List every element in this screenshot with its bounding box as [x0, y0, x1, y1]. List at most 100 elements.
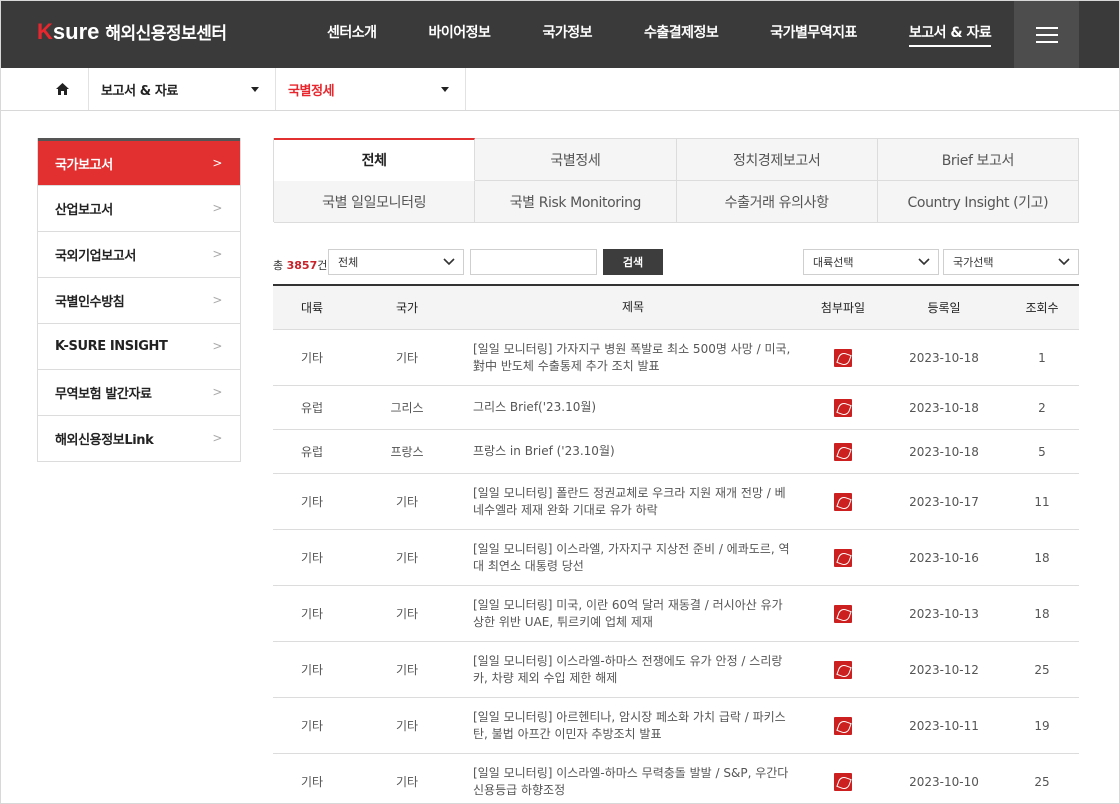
- sidebar-item-label: 해외신용정보Link: [55, 433, 154, 448]
- sidebar-item-underwriting-policy[interactable]: 국별인수방침 >: [38, 277, 240, 323]
- top-header: K sure 해외신용정보센터 센터소개 바이어정보 국가정보 수출결제정보 국…: [1, 1, 1119, 68]
- country-select-value: 국가선택: [953, 256, 994, 269]
- cell-views: 18: [1034, 550, 1050, 565]
- chevron-right-icon: >: [212, 156, 222, 170]
- cell-title-link[interactable]: [일일 모니터링] 이스라엘, 가자지구 지상전 준비 / 에콰도르, 역대 최…: [463, 541, 803, 575]
- pdf-icon[interactable]: [834, 548, 852, 567]
- pdf-icon[interactable]: [834, 604, 852, 623]
- cell-country: 기타: [395, 775, 419, 789]
- breadcrumb-level2-select[interactable]: 국별정세: [276, 68, 466, 110]
- cell-region: 기타: [300, 775, 324, 789]
- search-button[interactable]: 검색: [603, 249, 663, 275]
- pdf-icon[interactable]: [834, 398, 852, 417]
- cell-date: 2023-10-16: [909, 550, 979, 565]
- table-row[interactable]: 기타 기타 [일일 모니터링] 이스라엘, 가자지구 지상전 준비 / 에콰도르, …: [273, 530, 1079, 586]
- nav-item-center-intro[interactable]: 센터소개: [301, 1, 403, 68]
- tab-brief[interactable]: Brief 보고서: [877, 139, 1079, 181]
- cell-views: 2: [1038, 400, 1046, 415]
- breadcrumb-level1-label: 보고서 & 자료: [101, 83, 178, 99]
- caret-down-icon: [251, 87, 259, 92]
- search-input[interactable]: [470, 249, 597, 275]
- cell-region: 기타: [300, 495, 324, 509]
- breadcrumb-level2-label: 국별정세: [288, 83, 335, 99]
- cell-title-link[interactable]: [일일 모니터링] 가자지구 병원 폭발로 최소 500명 사망 / 미국, 對…: [463, 341, 803, 375]
- sidebar-item-label: 무역보험 발간자료: [55, 387, 152, 402]
- tab-daily-monitoring[interactable]: 국별 일일모니터링: [274, 181, 476, 223]
- table-row[interactable]: 기타 기타 [일일 모니터링] 미국, 이란 60억 달러 재동결 / 러시아산 유…: [273, 586, 1079, 642]
- chevron-right-icon: >: [212, 201, 222, 215]
- cell-date: 2023-10-18: [909, 444, 979, 459]
- table-row[interactable]: 기타 기타 [일일 모니터링] 이스라엘-하마스 전쟁에도 유가 안정 / 스리랑카…: [273, 642, 1079, 698]
- chevron-down-icon: [918, 258, 930, 266]
- table-row[interactable]: 기타 기타 [일일 모니터링] 폴란드 정권교체로 우크라 지원 재개 전망 / 베…: [273, 474, 1079, 530]
- cell-date: 2023-10-12: [909, 662, 979, 677]
- sidebar-item-foreign-company-reports[interactable]: 국외기업보고서 >: [38, 231, 240, 277]
- nav-item-reports[interactable]: 보고서 & 자료: [883, 1, 1017, 68]
- table-row[interactable]: 유럽 그리스 그리스 Brief('23.10월) 2023-10-18 2: [273, 386, 1079, 430]
- pdf-icon[interactable]: [834, 772, 852, 791]
- cell-title-link[interactable]: [일일 모니터링] 폴란드 정권교체로 우크라 지원 재개 전망 / 베네수엘라…: [463, 485, 803, 519]
- cell-region: 기타: [300, 351, 324, 365]
- logo-title: 해외신용정보센터: [105, 24, 227, 44]
- sidebar-item-ksure-insight[interactable]: K-SURE INSIGHT >: [38, 323, 240, 369]
- sidebar-item-industry-reports[interactable]: 산업보고서 >: [38, 185, 240, 231]
- nav-item-buyer-info[interactable]: 바이어정보: [403, 1, 517, 68]
- home-icon[interactable]: [37, 68, 89, 110]
- pdf-icon[interactable]: [834, 716, 852, 735]
- table-row[interactable]: 기타 기타 [일일 모니터링] 아르헨티나, 암시장 페소화 가치 급락 / 파키스…: [273, 698, 1079, 754]
- tab-political-economic[interactable]: 정치경제보고서: [676, 139, 878, 181]
- breadcrumb-level1-select[interactable]: 보고서 & 자료: [89, 68, 276, 110]
- site-logo[interactable]: K sure 해외신용정보센터: [37, 19, 227, 45]
- pdf-icon[interactable]: [834, 492, 852, 511]
- tab-country-insight[interactable]: Country Insight (기고): [877, 181, 1079, 223]
- region-select[interactable]: 대륙선택: [803, 249, 939, 275]
- cell-views: 18: [1034, 606, 1050, 621]
- chevron-right-icon: >: [212, 293, 222, 307]
- tab-export-cautions[interactable]: 수출거래 유의사항: [676, 181, 878, 223]
- nav-item-trade-indicators[interactable]: 국가별무역지표: [744, 1, 883, 68]
- hamburger-menu-icon[interactable]: [1014, 1, 1079, 68]
- table-row[interactable]: 기타 기타 [일일 모니터링] 이스라엘-하마스 무력충돌 발발 / S&P, 우간…: [273, 754, 1079, 803]
- table-row[interactable]: 유럽 프랑스 프랑스 in Brief ('23.10월) 2023-10-18 5: [273, 430, 1079, 474]
- column-header-views: 조회수: [1025, 301, 1059, 315]
- sidebar-item-label: 국가보고서: [55, 157, 113, 173]
- logo-sure: sure: [52, 19, 100, 44]
- cell-country: 기타: [395, 351, 419, 365]
- cell-title-link[interactable]: [일일 모니터링] 이스라엘-하마스 전쟁에도 유가 안정 / 스리랑카, 차량…: [463, 653, 803, 687]
- cell-attachment: [803, 398, 883, 417]
- cell-title-link[interactable]: 그리스 Brief('23.10월): [463, 399, 803, 416]
- column-header-country: 국가: [395, 301, 419, 315]
- sidebar-item-publications[interactable]: 무역보험 발간자료 >: [38, 369, 240, 415]
- tab-all[interactable]: 전체: [274, 138, 476, 181]
- cell-region: 기타: [300, 719, 324, 733]
- tab-country-situation[interactable]: 국별정세: [475, 139, 677, 181]
- cell-title-link[interactable]: [일일 모니터링] 아르헨티나, 암시장 페소화 가치 급락 / 파키스탄, 불…: [463, 709, 803, 743]
- cell-title-link[interactable]: 프랑스 in Brief ('23.10월): [463, 443, 803, 460]
- cell-date: 2023-10-18: [909, 350, 979, 365]
- pdf-icon[interactable]: [834, 442, 852, 461]
- search-category-select[interactable]: 전체: [328, 249, 464, 275]
- cell-region: 기타: [300, 551, 324, 565]
- sidebar-item-credit-info-link[interactable]: 해외신용정보Link >: [38, 415, 240, 461]
- cell-title-link[interactable]: [일일 모니터링] 이스라엘-하마스 무력충돌 발발 / S&P, 우간다 신용…: [463, 765, 803, 799]
- caret-down-icon: [441, 87, 449, 92]
- page: K sure 해외신용정보센터 센터소개 바이어정보 국가정보 수출결제정보 국…: [0, 0, 1120, 804]
- cell-attachment: [803, 660, 883, 679]
- cell-date: 2023-10-18: [909, 400, 979, 415]
- pdf-icon[interactable]: [834, 348, 852, 367]
- country-select[interactable]: 국가선택: [943, 249, 1079, 275]
- chevron-down-icon: [443, 258, 455, 266]
- nav-item-country-info[interactable]: 국가정보: [516, 1, 618, 68]
- column-header-title: 제목: [621, 300, 645, 314]
- cell-country: 기타: [395, 719, 419, 733]
- sidebar-item-country-reports[interactable]: 국가보고서 >: [38, 138, 240, 185]
- pdf-icon[interactable]: [834, 660, 852, 679]
- cell-title-link[interactable]: [일일 모니터링] 미국, 이란 60억 달러 재동결 / 러시아산 유가상한 …: [463, 597, 803, 631]
- cell-views: 19: [1034, 718, 1050, 733]
- report-tabs: 전체 국별정세 정치경제보고서 Brief 보고서 국별 일일모니터링 국별 R…: [273, 138, 1079, 223]
- table-row[interactable]: 기타 기타 [일일 모니터링] 가자지구 병원 폭발로 최소 500명 사망 / 미…: [273, 330, 1079, 386]
- nav-item-export-payment[interactable]: 수출결제정보: [618, 1, 744, 68]
- cell-attachment: [803, 604, 883, 623]
- column-header-region: 대륙: [300, 301, 324, 315]
- tab-risk-monitoring[interactable]: 국별 Risk Monitoring: [475, 181, 677, 223]
